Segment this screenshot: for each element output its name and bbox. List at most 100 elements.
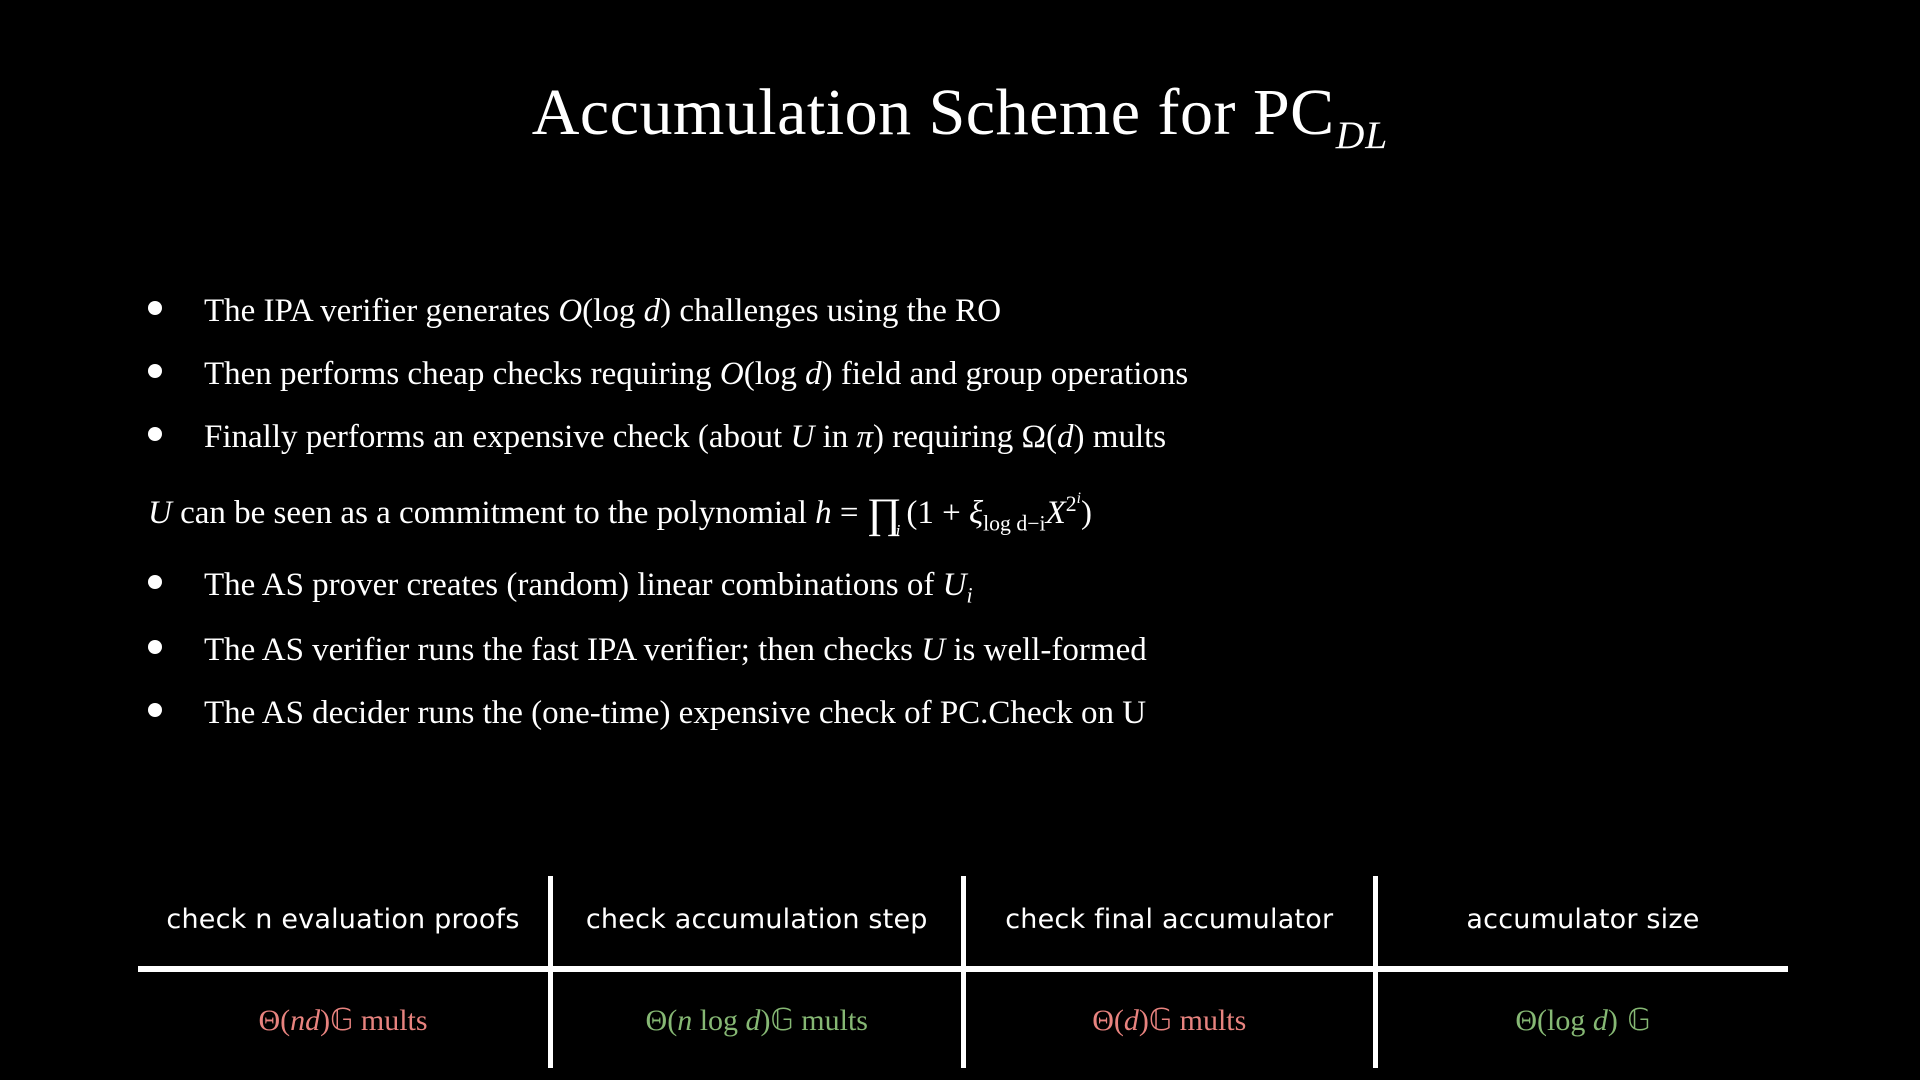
math-open-log: (log	[582, 293, 644, 329]
bullet-list: The IPA verifier generates O(log d) chal…	[148, 290, 1808, 755]
bullet-dot-icon	[148, 363, 162, 378]
table-cell-3: Θ(log d) 𝔾	[1376, 969, 1789, 1068]
text-fragment: in	[814, 418, 857, 455]
list-item-text: The IPA verifier generates O(log d) chal…	[204, 290, 1001, 333]
math-h: h	[815, 494, 832, 531]
math-xi-subscript: log d−i	[983, 511, 1046, 536]
math-d: d	[805, 355, 822, 392]
text-fragment: is well-formed	[945, 632, 1147, 669]
list-item-text: Then performs cheap checks requiring O(l…	[204, 353, 1188, 396]
math-bigo: O	[719, 355, 744, 392]
table-cell-2: Θ(d)𝔾 mults	[963, 969, 1378, 1068]
math-group-symbol: 𝔾	[1148, 1002, 1173, 1038]
table-cell-1: Θ(n log d)𝔾 mults	[550, 969, 966, 1068]
table-header-cell-2: check final accumulator	[963, 876, 1378, 972]
list-item: The AS decider runs the (one-time) expen…	[148, 692, 1808, 735]
math-open-log: (log	[743, 355, 806, 392]
math-open-paren: (log	[1537, 1003, 1593, 1037]
math-group-symbol: 𝔾	[330, 1002, 354, 1038]
page-title-subscript: DL	[1335, 113, 1389, 158]
text-fragment: The AS verifier runs the fast IPA verifi…	[204, 632, 922, 669]
math-d: d	[643, 293, 661, 329]
slide-canvas: Accumulation Scheme for PCDL The IPA ver…	[0, 0, 1920, 1080]
math-theta: Θ	[1515, 1003, 1538, 1037]
math-X-exponent: 2i	[1065, 489, 1081, 516]
table-header-cell-3: accumulator size	[1375, 876, 1788, 972]
math-open-paren: (	[1113, 1003, 1124, 1037]
list-item: Then performs cheap checks requiring O(l…	[148, 353, 1808, 396]
math-close: )	[1073, 418, 1085, 455]
text-fragment: can be seen as a commitment to the polyn…	[171, 494, 816, 531]
math-exponent-base: 2	[1065, 491, 1077, 516]
page-title-main: Accumulation Scheme for PC	[531, 76, 1335, 149]
bullet-dot-icon	[148, 640, 162, 655]
math-log: log	[692, 1003, 746, 1037]
math-close-paren: )	[760, 1003, 771, 1037]
list-item-text: The AS prover creates (random) linear co…	[204, 564, 973, 610]
unit-label: mults	[1172, 1003, 1247, 1037]
text-fragment: The IPA verifier generates	[204, 293, 559, 329]
text-fragment: challenges using the RO	[671, 293, 1002, 329]
math-close-paren: )	[1607, 1003, 1618, 1037]
math-arg: nd	[290, 1003, 321, 1037]
page-title: Accumulation Scheme for PCDL	[0, 78, 1920, 157]
math-xi: ξ	[968, 494, 984, 531]
math-bigo: O	[558, 293, 583, 329]
list-item: The AS verifier runs the fast IPA verifi…	[148, 629, 1808, 672]
bullet-dot-icon	[148, 301, 162, 315]
list-item-text: The AS verifier runs the fast IPA verifi…	[204, 629, 1147, 672]
math-arg2: d	[745, 1003, 761, 1037]
math-close-paren: )	[1081, 494, 1092, 531]
math-U-subscript: i	[966, 583, 973, 608]
math-group-symbol: 𝔾	[770, 1002, 794, 1038]
math-theta: Θ	[258, 1003, 281, 1037]
math-omega: Ω	[1021, 418, 1047, 455]
table: check n evaluation proofs check accumula…	[138, 876, 1788, 1068]
bullet-dot-icon	[148, 426, 162, 441]
math-theta: Θ	[1092, 1003, 1114, 1037]
math-group-symbol: 𝔾	[1617, 1002, 1651, 1038]
math-product-index: i	[895, 521, 901, 541]
list-item: Finally performs an expensive check (abo…	[148, 416, 1808, 459]
math-U: U	[148, 494, 172, 531]
complexity-table: check n evaluation proofs check accumula…	[138, 876, 1788, 1068]
math-U: U	[790, 418, 815, 455]
text-fragment: ) requiring	[873, 418, 1022, 455]
table-header-row: check n evaluation proofs check accumula…	[138, 876, 1788, 972]
math-theta: Θ	[645, 1003, 668, 1037]
math-open-paren: (1 +	[906, 494, 969, 531]
math-open: (	[1046, 418, 1058, 455]
math-close-paren: )	[320, 1003, 331, 1037]
math-X: X	[1045, 494, 1066, 531]
text-fragment: The AS decider runs the (one-time) expen…	[204, 695, 1147, 732]
list-item-text: Finally performs an expensive check (abo…	[204, 416, 1166, 459]
math-close-paren: )	[1138, 1003, 1149, 1037]
list-item: The IPA verifier generates O(log d) chal…	[148, 290, 1808, 333]
math-U: U	[921, 632, 946, 669]
text-fragment: Finally performs an expensive check (abo…	[204, 418, 791, 455]
table-row: Θ(nd)𝔾 mults Θ(n log d)𝔾 mults Θ(d)𝔾 mul…	[138, 969, 1788, 1068]
math-pi: π	[856, 418, 874, 455]
math-close: )	[660, 293, 672, 329]
list-item-text: The AS decider runs the (one-time) expen…	[204, 692, 1146, 735]
math-open-paren: (	[280, 1003, 291, 1037]
math-d: d	[1057, 418, 1074, 455]
table-cell-0: Θ(nd)𝔾 mults	[138, 969, 553, 1068]
table-header-cell-1: check accumulation step	[550, 876, 966, 972]
math-arg: d	[1123, 1003, 1139, 1037]
text-fragment: field and group operations	[832, 355, 1189, 392]
math-arg: d	[1592, 1003, 1608, 1037]
text-fragment: Then performs cheap checks requiring	[204, 355, 720, 392]
text-fragment: mults	[1084, 418, 1167, 455]
list-item: The AS prover creates (random) linear co…	[148, 564, 1808, 610]
unit-label: mults	[793, 1003, 868, 1037]
math-open-paren: (	[667, 1003, 678, 1037]
bullet-dot-icon	[148, 574, 162, 589]
math-U: U	[942, 566, 967, 603]
commitment-statement: U can be seen as a commitment to the pol…	[148, 483, 1808, 541]
math-close: )	[821, 355, 833, 392]
text-fragment: The AS prover creates (random) linear co…	[204, 566, 943, 603]
math-equals: =	[831, 494, 867, 531]
table-header-cell-0: check n evaluation proofs	[138, 876, 553, 972]
unit-label: mults	[353, 1003, 428, 1037]
